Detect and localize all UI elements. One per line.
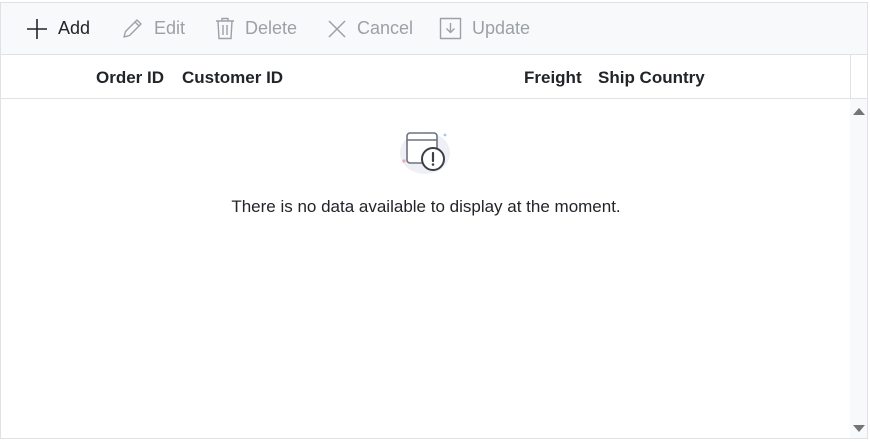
cancel-button[interactable]: Cancel — [327, 3, 413, 54]
close-icon — [327, 19, 347, 39]
pencil-icon — [121, 17, 144, 40]
delete-label: Delete — [245, 18, 298, 38]
trash-icon — [215, 17, 235, 40]
edit-button[interactable]: Edit — [121, 3, 185, 54]
plus-icon — [26, 18, 48, 40]
delete-button[interactable]: Delete — [215, 3, 297, 54]
column-header-ship-country[interactable]: Ship Country — [598, 55, 705, 98]
empty-state-message: There is no data available to display at… — [231, 197, 621, 216]
scroll-down-arrow-icon[interactable] — [853, 425, 865, 432]
header-scrollbar-gap — [850, 55, 867, 98]
column-header-freight[interactable]: Freight — [524, 55, 582, 98]
grid-toolbar: Add Edit Delete Cancel Update — [1, 3, 867, 55]
cancel-label: Cancel — [357, 18, 414, 38]
add-button[interactable]: Add — [26, 3, 90, 54]
scroll-up-arrow-icon[interactable] — [853, 108, 865, 115]
update-button[interactable]: Update — [439, 3, 530, 54]
column-header-customer-id[interactable]: Customer ID — [182, 55, 283, 98]
no-data-icon — [397, 125, 453, 182]
edit-label: Edit — [154, 18, 186, 38]
grid-content: There is no data available to display at… — [1, 99, 867, 438]
column-header-order-id[interactable]: Order ID — [96, 55, 164, 98]
grid-header-row: Order ID Customer ID Freight Ship Countr… — [1, 55, 867, 99]
add-label: Add — [58, 18, 91, 38]
vertical-scrollbar[interactable] — [850, 99, 867, 438]
update-label: Update — [472, 18, 531, 38]
data-grid: Add Edit Delete Cancel Update Order ID C… — [0, 2, 868, 439]
save-icon — [439, 17, 462, 40]
